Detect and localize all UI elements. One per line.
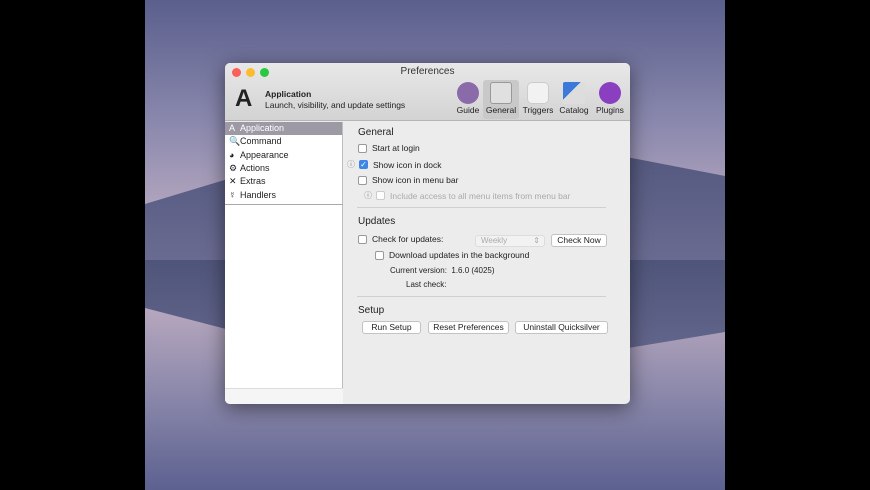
divider bbox=[357, 207, 606, 208]
tab-label: Catalog bbox=[559, 105, 589, 115]
tab-label: General bbox=[485, 105, 517, 115]
tab-label: Guide bbox=[456, 105, 480, 115]
gear-icon: ⚙ bbox=[229, 163, 238, 174]
update-frequency-select[interactable]: Weekly ⇕ bbox=[475, 235, 545, 247]
include-menu-items-checkbox[interactable]: ⓘ Include access to all menu items from m… bbox=[364, 190, 570, 201]
last-check-label: Last check: bbox=[406, 280, 447, 289]
info-icon: ⓘ bbox=[347, 160, 355, 169]
handlers-icon: ☿ bbox=[229, 189, 236, 200]
check-now-button[interactable]: Check Now bbox=[551, 234, 607, 247]
sidebar-item-command[interactable]: 🔍 Command bbox=[225, 135, 342, 148]
sidebar-item-actions[interactable]: ⚙ Actions bbox=[225, 162, 342, 175]
start-at-login-checkbox[interactable]: Start at login bbox=[358, 143, 420, 153]
sidebar-item-label: Command bbox=[240, 136, 282, 147]
sidebar-resize-handle[interactable] bbox=[225, 388, 343, 404]
tools-icon: ✕ bbox=[229, 176, 237, 187]
sidebar-item-label: Application bbox=[240, 123, 285, 134]
general-pane: General Start at login ⓘ ✓ Show icon in do… bbox=[344, 122, 630, 404]
checkbox-label: Download updates in the background bbox=[389, 250, 530, 260]
check-for-updates-checkbox[interactable]: Check for updates: bbox=[358, 234, 443, 244]
window-title: Preferences bbox=[400, 66, 455, 77]
tab-catalog[interactable]: Catalog bbox=[556, 80, 592, 119]
run-setup-button[interactable]: Run Setup bbox=[362, 321, 421, 334]
current-version-label: Current version: bbox=[390, 266, 447, 275]
general-icon bbox=[490, 82, 512, 104]
current-version: Current version: 1.6.0 (4025) bbox=[390, 266, 495, 275]
tab-triggers[interactable]: Triggers bbox=[520, 80, 556, 119]
sidebar-divider bbox=[225, 204, 343, 205]
sidebar-item-label: Handlers bbox=[240, 189, 277, 200]
tab-label: Plugins bbox=[596, 105, 624, 115]
stepper-icon: ⇕ bbox=[533, 236, 540, 245]
sidebar-item-appearance[interactable]: ◕ Appearance bbox=[225, 149, 342, 162]
sidebar-item-extras[interactable]: ✕ Extras bbox=[225, 175, 342, 188]
pane-title: Application bbox=[265, 89, 312, 99]
current-version-value: 1.6.0 (4025) bbox=[451, 266, 495, 275]
uninstall-button[interactable]: Uninstall Quicksilver bbox=[515, 321, 608, 334]
puzzle-icon bbox=[599, 82, 621, 104]
tab-plugins[interactable]: Plugins bbox=[592, 80, 628, 119]
toolbar: Preferences A Application Launch, visibi… bbox=[225, 63, 630, 121]
show-in-dock-checkbox[interactable]: ⓘ ✓ Show icon in dock bbox=[347, 159, 442, 170]
pane-subtitle: Launch, visibility, and update settings bbox=[265, 100, 406, 110]
search-icon: 🔍 bbox=[229, 136, 241, 147]
sidebar-item-handlers[interactable]: ☿ Handlers bbox=[225, 188, 342, 201]
catalog-icon bbox=[563, 82, 585, 104]
tab-guide[interactable]: Guide bbox=[450, 80, 486, 119]
application-icon: A bbox=[229, 123, 236, 134]
divider bbox=[357, 296, 606, 297]
reset-preferences-button[interactable]: Reset Preferences bbox=[428, 321, 509, 334]
checkbox-label: Check for updates: bbox=[372, 234, 444, 244]
sidebar: A Application 🔍 Command ◕ Appearance ⚙ Actio… bbox=[225, 122, 343, 404]
info-icon: ⓘ bbox=[364, 191, 372, 200]
color-wheel-icon: ◕ bbox=[229, 149, 235, 160]
checkbox-label: Show icon in dock bbox=[373, 159, 442, 170]
show-in-menubar-checkbox[interactable]: Show icon in menu bar bbox=[358, 175, 458, 185]
preferences-window: Preferences A Application Launch, visibi… bbox=[225, 63, 630, 404]
sidebar-item-label: Actions bbox=[240, 163, 270, 174]
application-icon: A bbox=[235, 85, 253, 112]
checkbox-label: Start at login bbox=[372, 143, 420, 153]
sidebar-item-label: Extras bbox=[240, 176, 266, 187]
general-heading: General bbox=[358, 127, 394, 138]
tab-label: Triggers bbox=[522, 105, 554, 115]
setup-heading: Setup bbox=[358, 305, 385, 316]
checkbox-label: Show icon in menu bar bbox=[372, 175, 459, 185]
select-value: Weekly bbox=[481, 236, 508, 245]
triggers-icon bbox=[527, 82, 549, 104]
updates-heading: Updates bbox=[358, 216, 396, 227]
sidebar-item-label: Appearance bbox=[240, 149, 289, 160]
download-background-checkbox[interactable]: Download updates in the background bbox=[375, 250, 529, 260]
checkbox-label: Include access to all menu items from me… bbox=[390, 190, 571, 201]
tab-general[interactable]: General bbox=[483, 80, 519, 119]
guide-icon bbox=[457, 82, 479, 104]
sidebar-item-application[interactable]: A Application bbox=[225, 122, 342, 136]
